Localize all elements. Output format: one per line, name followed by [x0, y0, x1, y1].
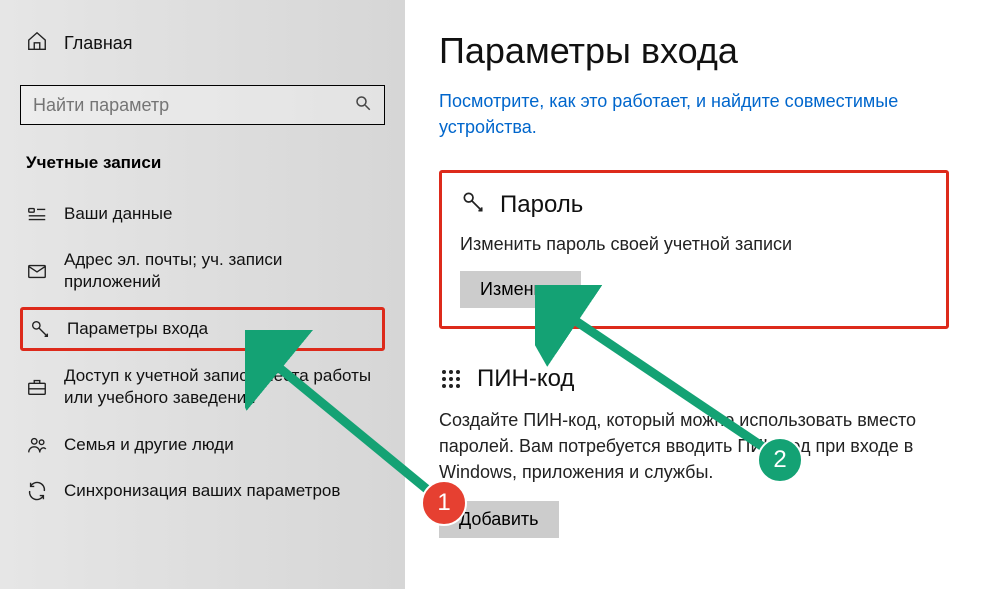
- key-icon: [460, 189, 486, 220]
- pin-section: ПИН-код Создайте ПИН-код, который можно …: [439, 365, 964, 538]
- mail-icon: [26, 260, 48, 282]
- nav-home-label: Главная: [64, 33, 133, 54]
- sidebar-item-work-access[interactable]: Доступ к учетной записи места работы или…: [20, 355, 385, 419]
- briefcase-icon: [26, 376, 48, 398]
- sidebar-item-sync[interactable]: Синхронизация ваших параметров: [20, 470, 385, 512]
- sync-icon: [26, 480, 48, 502]
- sidebar-item-label: Адрес эл. почты; уч. записи приложений: [64, 249, 379, 293]
- pin-title: ПИН-код: [477, 365, 574, 393]
- page-title: Параметры входа: [439, 30, 966, 72]
- pin-keypad-icon: [439, 367, 463, 391]
- search-input[interactable]: [33, 95, 354, 116]
- sidebar-item-email[interactable]: Адрес эл. почты; уч. записи приложений: [20, 239, 385, 303]
- id-icon: [26, 203, 48, 225]
- section-header: Учетные записи: [20, 153, 385, 173]
- sidebar: Главная Учетные записи Ваши данные Адрес…: [0, 0, 405, 589]
- pin-desc: Создайте ПИН-код, который можно использо…: [439, 407, 964, 485]
- sidebar-item-label: Доступ к учетной записи места работы или…: [64, 365, 379, 409]
- search-icon: [354, 94, 372, 117]
- sidebar-item-label: Синхронизация ваших параметров: [64, 480, 340, 502]
- change-password-button[interactable]: Изменить: [460, 271, 581, 308]
- password-desc: Изменить пароль своей учетной записи: [460, 234, 928, 255]
- add-pin-button[interactable]: Добавить: [439, 501, 559, 538]
- search-box[interactable]: [20, 85, 385, 125]
- password-title: Пароль: [500, 191, 583, 219]
- hint-link[interactable]: Посмотрите, как это работает, и найдите …: [439, 88, 966, 140]
- sidebar-item-your-info[interactable]: Ваши данные: [20, 193, 385, 235]
- sidebar-item-label: Ваши данные: [64, 203, 172, 225]
- main-content: Параметры входа Посмотрите, как это рабо…: [405, 0, 996, 589]
- nav-home[interactable]: Главная: [20, 30, 385, 57]
- sidebar-item-label: Семья и другие люди: [64, 434, 234, 456]
- home-icon: [26, 30, 48, 57]
- people-icon: [26, 434, 48, 456]
- sidebar-item-family[interactable]: Семья и другие люди: [20, 424, 385, 466]
- key-icon: [29, 318, 51, 340]
- sidebar-item-signin-options[interactable]: Параметры входа: [20, 307, 385, 351]
- sidebar-item-label: Параметры входа: [67, 318, 208, 340]
- password-section: Пароль Изменить пароль своей учетной зап…: [439, 170, 949, 329]
